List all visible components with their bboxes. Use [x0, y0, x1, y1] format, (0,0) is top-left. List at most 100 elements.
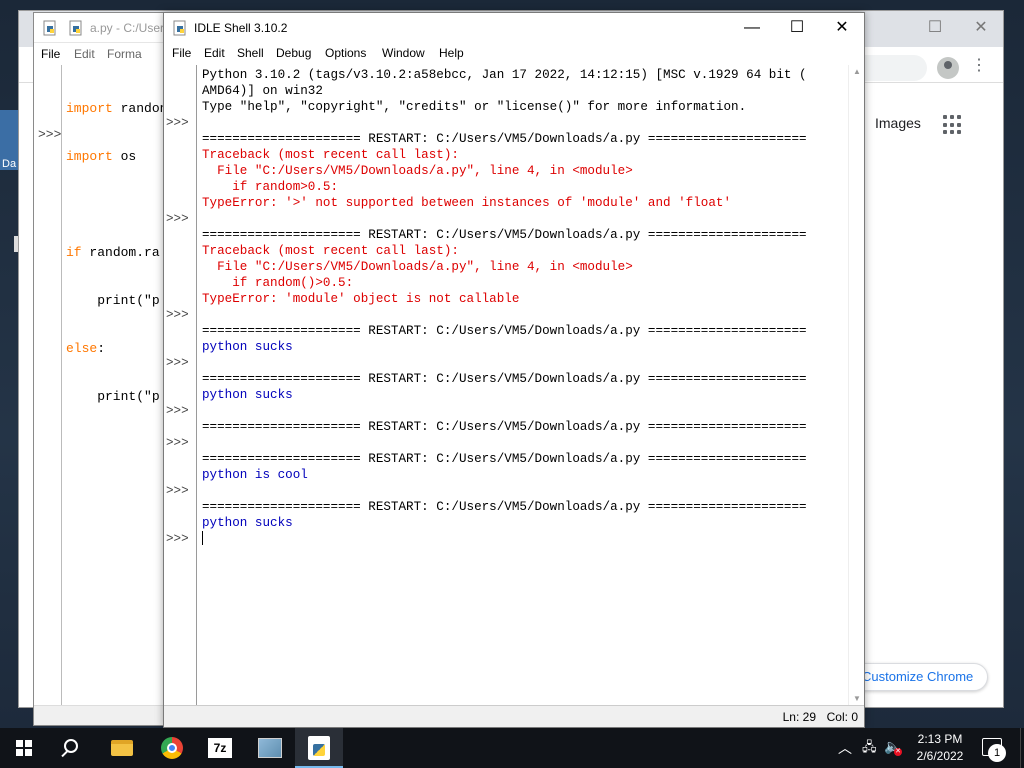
close-button[interactable]: ✕ — [819, 13, 865, 43]
7zip-icon: 7z — [208, 738, 232, 758]
menu-shell[interactable]: Shell — [237, 46, 264, 60]
taskbar-idle[interactable] — [295, 728, 343, 768]
chrome-close-icon[interactable]: ✕ — [958, 17, 1004, 37]
profile-avatar-icon[interactable] — [937, 57, 959, 79]
system-clock[interactable]: 2:13 PM 2/6/2022 — [910, 731, 970, 765]
shell-line: ===================== RESTART: C:/Users/… — [202, 324, 807, 338]
images-link[interactable]: Images — [875, 115, 921, 131]
shell-prompt — [166, 259, 189, 275]
search-icon — [64, 739, 78, 753]
python-idle-icon — [173, 20, 186, 36]
editor-title: a.py - C:/Users — [90, 21, 171, 35]
taskbar-control-panel[interactable] — [246, 728, 294, 768]
show-desktop-button[interactable] — [1020, 728, 1024, 768]
shell-prompt — [166, 195, 189, 211]
clock-date: 2/6/2022 — [916, 749, 964, 763]
shell-prompt — [166, 243, 189, 259]
shell-prompt — [166, 499, 189, 515]
taskbar-file-explorer[interactable] — [98, 728, 146, 768]
shell-line: File "C:/Users/VM5/Downloads/a.py", line… — [202, 164, 633, 178]
shell-line: python sucks — [202, 388, 293, 402]
network-icon[interactable]: 🖧 — [862, 738, 877, 768]
shell-prompt — [166, 275, 189, 291]
shell-line: Traceback (most recent call last): — [202, 244, 459, 258]
shell-line: AMD64)] on win32 — [202, 84, 323, 98]
code-line: else: — [66, 341, 106, 356]
menu-edit[interactable]: Edit — [204, 46, 225, 60]
shell-prompt: >>> — [166, 308, 189, 322]
shell-line: ===================== RESTART: C:/Users/… — [202, 420, 807, 434]
shell-prompt: >>> — [166, 532, 189, 546]
shell-line: Type "help", "copyright", "credits" or "… — [202, 100, 747, 114]
volume-muted-icon[interactable]: 🔈 ✕ — [884, 738, 902, 768]
shell-line: File "C:/Users/VM5/Downloads/a.py", line… — [202, 260, 633, 274]
shell-prompt — [166, 419, 189, 435]
idle-menubar: File Edit Shell Debug Options Window Hel… — [164, 43, 864, 65]
shell-line: Traceback (most recent call last): — [202, 148, 459, 162]
scroll-up-icon[interactable]: ▲ — [853, 67, 861, 76]
shell-prompt — [166, 83, 189, 99]
text-cursor — [202, 531, 203, 545]
taskbar-chrome[interactable] — [148, 728, 196, 768]
scroll-down-icon[interactable]: ▼ — [853, 694, 861, 703]
shell-line: ===================== RESTART: C:/Users/… — [202, 132, 807, 146]
code-line: if random.ra — [66, 245, 160, 260]
shell-prompt: >>> — [166, 212, 189, 226]
idle-titlebar[interactable]: IDLE Shell 3.10.2 — ☐ ✕ — [164, 13, 864, 43]
editor-line-gutter — [34, 65, 62, 705]
google-apps-icon[interactable] — [943, 115, 963, 135]
tray-chevron-up-icon[interactable]: ︿ — [838, 738, 852, 768]
search-button[interactable] — [48, 728, 96, 768]
shell-prompt — [166, 99, 189, 115]
minimize-button[interactable]: — — [729, 13, 775, 43]
status-line: Ln: 29 — [782, 710, 816, 724]
shell-prompts: >>> >>> >>> >>> >>> >>> >>> >>> — [166, 67, 189, 547]
shell-line: ===================== RESTART: C:/Users/… — [202, 452, 807, 466]
shell-prompt — [166, 339, 189, 355]
status-col: Col: 0 — [826, 710, 858, 724]
desktop-icon-label: Da — [2, 158, 17, 170]
menu-file[interactable]: File — [172, 46, 191, 60]
notification-count-badge: 1 — [988, 744, 1006, 762]
editor-code[interactable]: import randon import os if random.ra pri… — [66, 69, 167, 437]
shell-line: if random>0.5: — [202, 180, 339, 194]
code-line: print("p — [66, 389, 160, 404]
menu-window[interactable]: Window — [382, 46, 425, 60]
editor-menu-edit[interactable]: Edit — [74, 47, 95, 61]
shell-line: ===================== RESTART: C:/Users/… — [202, 372, 807, 386]
code-line: print("p — [66, 293, 160, 308]
editor-menu-format[interactable]: Forma — [107, 47, 142, 61]
shell-line: python sucks — [202, 516, 293, 530]
maximize-button[interactable]: ☐ — [774, 13, 820, 43]
editor-menu-file[interactable]: File — [41, 47, 60, 61]
menu-options[interactable]: Options — [325, 46, 366, 60]
taskbar-7zip[interactable]: 7z — [196, 728, 244, 768]
control-panel-icon — [258, 738, 282, 758]
kebab-menu-icon[interactable]: ⋮ — [971, 55, 987, 75]
editor-prompt: >>> — [38, 127, 62, 142]
clock-time: 2:13 PM — [917, 732, 963, 746]
idle-shell-window[interactable]: IDLE Shell 3.10.2 — ☐ ✕ File Edit Shell … — [163, 12, 865, 728]
start-button[interactable] — [0, 728, 48, 768]
shell-prompt — [166, 323, 189, 339]
shell-line: TypeError: 'module' object is not callab… — [202, 292, 520, 306]
shell-prompt — [166, 163, 189, 179]
menu-debug[interactable]: Debug — [276, 46, 311, 60]
shell-output[interactable]: Python 3.10.2 (tags/v3.10.2:a58ebcc, Jan… — [202, 67, 848, 705]
shell-prompt: >>> — [166, 356, 189, 370]
shell-line: TypeError: '>' not supported between ins… — [202, 196, 732, 210]
shell-line: python is cool — [202, 468, 308, 482]
chrome-maximize-icon[interactable]: ☐ — [912, 17, 958, 37]
shell-line: ===================== RESTART: C:/Users/… — [202, 500, 807, 514]
python-file-icon-2 — [69, 20, 82, 36]
menu-help[interactable]: Help — [439, 46, 464, 60]
vertical-scrollbar[interactable]: ▲ ▼ — [848, 65, 864, 705]
code-line: import os — [66, 149, 137, 164]
shell-line: Python 3.10.2 (tags/v3.10.2:a58ebcc, Jan… — [202, 68, 807, 82]
idle-statusbar: Ln: 29 Col: 0 — [164, 705, 864, 727]
